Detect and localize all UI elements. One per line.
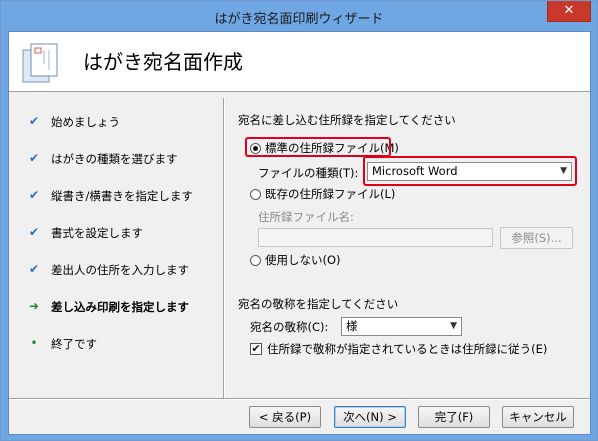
step-label: 差し込み印刷を指定します <box>51 300 189 314</box>
highlight-box-file-type <box>363 156 577 186</box>
step-item: ✔ 縦書き/横書きを指定します <box>9 186 223 206</box>
step-item-current: ➜ 差し込み印刷を指定します <box>9 297 223 317</box>
step-item: ✔ 書式を設定します <box>9 223 223 243</box>
no-address-book-label[interactable]: 使用しない(O) <box>265 252 341 268</box>
step-label: はがきの種類を選びます <box>51 152 178 166</box>
next-button[interactable]: 次へ(N) > <box>334 406 406 428</box>
footer-divider <box>9 398 590 399</box>
wizard-header: はがき宛名面作成 <box>9 32 590 92</box>
wizard-body: はがき宛名面作成 ✔ 始めましょう ✔ はがきの種類を選びます ✔ 縦書き/横書… <box>8 31 591 435</box>
step-label: 書式を設定します <box>51 226 143 240</box>
title-bar: はがき宛名面印刷ウィザード ✕ <box>1 1 597 31</box>
step-label: 差出人の住所を入力します <box>51 263 189 277</box>
checkmark-icon: ✔ <box>28 151 40 165</box>
honorific-select[interactable]: 様 ▼ <box>341 317 462 336</box>
browse-button[interactable]: 参照(S)... <box>500 227 573 249</box>
window-title: はがき宛名面印刷ウィザード <box>214 12 384 27</box>
step-label: 始めましょう <box>51 115 120 129</box>
checkmark-icon: ✔ <box>28 114 40 128</box>
honorific-heading: 宛名の敬称を指定してください <box>238 297 399 311</box>
step-label: 終了です <box>51 337 97 351</box>
step-label: 縦書き/横書きを指定します <box>51 189 193 203</box>
follow-address-book-checkbox[interactable]: ✔ <box>250 343 262 355</box>
address-file-name-input[interactable] <box>258 228 493 247</box>
no-address-book-radio[interactable] <box>250 255 261 266</box>
step-item: ✔ 始めましょう <box>9 112 223 132</box>
arrow-right-icon: ➜ <box>28 299 40 313</box>
existing-address-book-label[interactable]: 既存の住所録ファイル(L) <box>265 186 395 202</box>
wizard-window: はがき宛名面印刷ウィザード ✕ はがき宛名面作成 ✔ 始めましょう ✔ はがきの… <box>0 0 598 441</box>
finish-button[interactable]: 完了(F) <box>418 406 490 428</box>
existing-address-book-radio[interactable] <box>250 189 261 200</box>
checkmark-icon: ✔ <box>28 225 40 239</box>
back-button[interactable]: < 戻る(P) <box>249 406 321 428</box>
panel-divider <box>223 98 224 398</box>
cancel-button[interactable]: キャンセル <box>502 406 574 428</box>
address-file-name-label: 住所録ファイル名: <box>258 210 354 224</box>
close-button[interactable]: ✕ <box>547 1 591 22</box>
follow-address-book-label[interactable]: 住所録で敬称が指定されているときは住所録に従う(E) <box>267 341 547 357</box>
page-title: はがき宛名面作成 <box>83 50 243 74</box>
file-type-label: ファイルの種類(T): <box>258 166 359 180</box>
checkmark-icon: ✔ <box>28 188 40 202</box>
wizard-steps: ✔ 始めましょう ✔ はがきの種類を選びます ✔ 縦書き/横書きを指定します ✔… <box>9 92 223 399</box>
checkmark-icon: ✔ <box>28 262 40 276</box>
postcard-icon <box>22 43 58 83</box>
highlight-box-standard <box>245 137 391 157</box>
step-item: • 終了です <box>9 334 223 354</box>
honorific-value: 様 <box>346 319 358 333</box>
bullet-icon: • <box>30 336 38 350</box>
step-item: ✔ 差出人の住所を入力します <box>9 260 223 280</box>
honorific-label: 宛名の敬称(C): <box>250 320 329 334</box>
step-item: ✔ はがきの種類を選びます <box>9 149 223 169</box>
address-book-heading: 宛名に差し込む住所録を指定してください <box>238 113 456 127</box>
chevron-down-icon: ▼ <box>450 321 457 331</box>
